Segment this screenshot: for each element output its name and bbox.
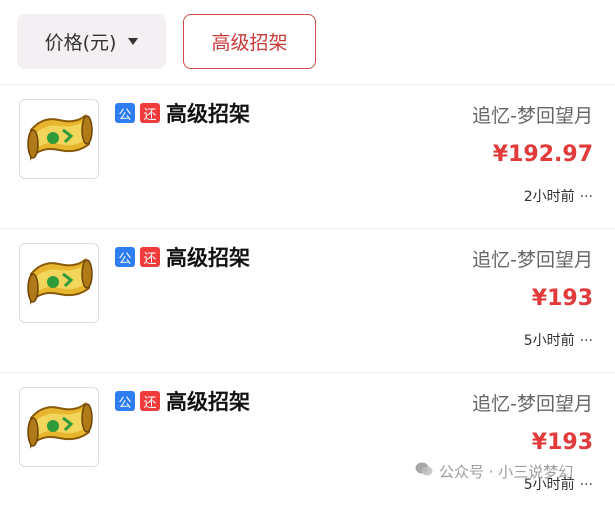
time-row: 2小时前 ··· — [524, 186, 593, 206]
server-name: 追忆-梦回望月 — [472, 249, 593, 271]
time-row: 5小时前 ··· — [524, 330, 593, 350]
listing-time: 2小时前 — [523, 189, 575, 205]
scroll-icon — [19, 99, 99, 179]
public-badge: 公 — [115, 391, 135, 411]
scroll-icon — [19, 243, 99, 323]
scroll-icon — [19, 387, 99, 467]
server-name: 追忆-梦回望月 — [472, 105, 593, 127]
more-icon[interactable]: ··· — [580, 189, 593, 205]
price-filter-label: 价格(元) — [44, 32, 117, 54]
return-badge: 还 — [140, 103, 160, 123]
filter-bar: 价格(元) 高级招架 — [0, 0, 615, 84]
list-item[interactable]: 公 还 高级招架 追忆-梦回望月 ¥193 5小时前 ··· — [0, 229, 615, 373]
server-name: 追忆-梦回望月 — [472, 393, 593, 415]
list-item[interactable]: 公 还 高级招架 追忆-梦回望月 ¥193 5小时前 ··· — [0, 373, 615, 516]
skill-filter-chip[interactable]: 高级招架 — [183, 14, 316, 69]
list-item[interactable]: 公 还 高级招架 追忆-梦回望月 ¥192.97 2小时前 ··· — [0, 85, 615, 229]
item-price: ¥193 — [531, 286, 593, 311]
skill-filter-label: 高级招架 — [211, 32, 288, 54]
listing-list: 公 还 高级招架 追忆-梦回望月 ¥192.97 2小时前 ··· 公 还 高级招… — [0, 85, 615, 516]
watermark: 公众号 · 小三说梦幻 — [415, 461, 615, 481]
more-icon[interactable]: ··· — [580, 333, 593, 349]
watermark-text: 公众号 · 小三说梦幻 — [439, 462, 574, 481]
item-title: 高级招架 — [166, 102, 250, 126]
item-price: ¥192.97 — [492, 142, 593, 167]
item-price: ¥193 — [531, 430, 593, 455]
public-badge: 公 — [115, 247, 135, 267]
caret-down-icon — [128, 38, 139, 45]
wechat-icon — [415, 461, 433, 481]
item-title: 高级招架 — [166, 390, 250, 414]
price-filter-button[interactable]: 价格(元) — [17, 14, 166, 69]
public-badge: 公 — [115, 103, 135, 123]
item-title: 高级招架 — [166, 246, 250, 270]
return-badge: 还 — [140, 391, 160, 411]
return-badge: 还 — [140, 247, 160, 267]
listing-time: 5小时前 — [523, 333, 575, 349]
